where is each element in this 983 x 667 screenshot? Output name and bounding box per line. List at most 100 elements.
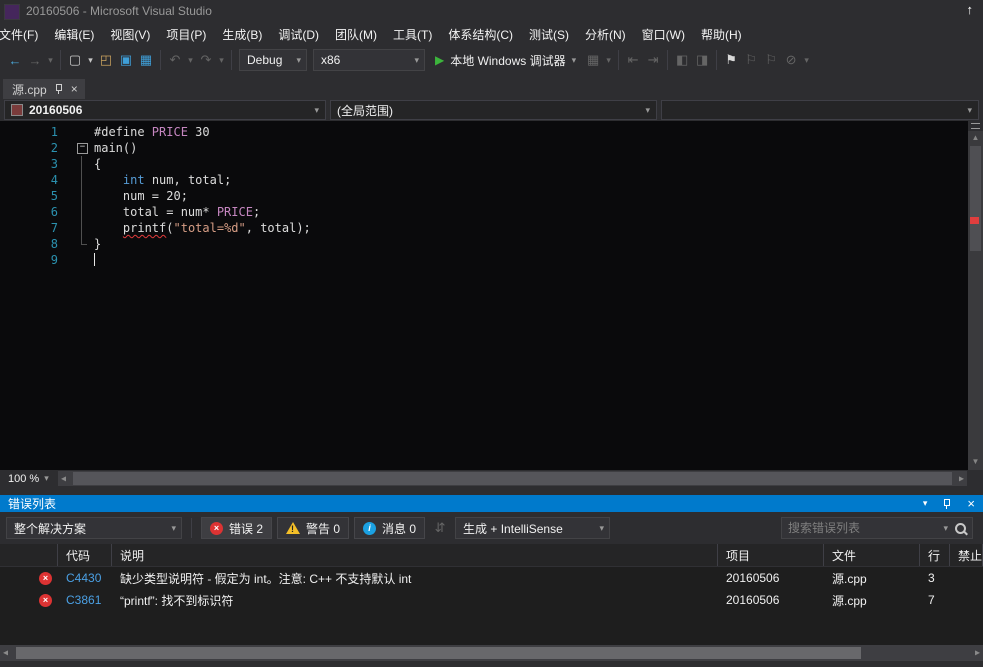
close-icon[interactable]: ×	[967, 497, 975, 510]
source-filter-combo[interactable]: 生成 + IntelliSense ▾	[455, 517, 611, 539]
navigate-forward-document-icon[interactable]: ⇥	[643, 49, 663, 71]
solution-configuration-combo[interactable]: Debug ▾	[239, 49, 307, 71]
menu-item[interactable]: 文件(F)	[0, 22, 46, 47]
code-line[interactable]: 1 #define PRICE 30	[0, 124, 968, 140]
toggle-bookmark-icon[interactable]: ⚑	[721, 49, 741, 71]
menu-item[interactable]: 工具(T)	[385, 22, 440, 47]
scrollbar-thumb[interactable]	[73, 472, 952, 485]
save-all-icon[interactable]: ▦	[136, 49, 156, 71]
sort-order-icon[interactable]: ⇵	[430, 517, 450, 539]
errors-filter-button[interactable]: × 错误 2	[201, 517, 273, 539]
close-icon[interactable]: ×	[71, 83, 78, 95]
back-icon[interactable]: ←	[5, 49, 25, 71]
redo-icon[interactable]: ↷	[196, 49, 216, 71]
search-icon[interactable]	[955, 522, 966, 534]
menu-item[interactable]: 体系结构(C)	[440, 22, 521, 47]
window-position-icon[interactable]: ▾	[923, 498, 928, 509]
code-line[interactable]: 9	[0, 252, 968, 268]
error-file: 源.cpp	[832, 593, 867, 608]
error-list-title-bar[interactable]: 错误列表 ▾ ×	[0, 495, 983, 512]
navigation-history-dropdown-icon[interactable]: ▾	[45, 49, 56, 71]
next-bookmark-icon[interactable]: ⚐	[761, 49, 781, 71]
menu-item[interactable]: 团队(M)	[327, 22, 385, 47]
error-marker[interactable]	[970, 217, 979, 224]
warnings-filter-button[interactable]: 警告 0	[277, 517, 350, 539]
new-file-icon[interactable]: ▢	[65, 49, 85, 71]
scope-combo[interactable]: (全局范围) ▾	[330, 100, 657, 120]
menu-item[interactable]: 分析(N)	[577, 22, 634, 47]
new-file-dropdown-icon[interactable]: ▾	[85, 49, 96, 71]
scroll-right-icon[interactable]: ▸	[975, 648, 980, 659]
search-options-icon[interactable]: ▾	[943, 523, 948, 534]
project-type-combo[interactable]: 20160506 ▾	[4, 100, 326, 120]
splitter-grip[interactable]	[968, 121, 983, 131]
menu-item[interactable]: 窗口(W)	[634, 22, 693, 47]
menu-item[interactable]: 项目(P)	[158, 22, 214, 47]
tab-source-cpp[interactable]: 源.cpp ×	[3, 79, 85, 99]
scrollbar-thumb[interactable]	[970, 146, 981, 251]
messages-filter-button[interactable]: i 消息 0	[354, 517, 426, 539]
error-code-link[interactable]: C4430	[58, 571, 112, 585]
code-line[interactable]: 6 total = num* PRICE;	[0, 204, 968, 220]
column-line[interactable]: 行	[920, 544, 950, 566]
pin-icon[interactable]	[942, 498, 952, 510]
scope-filter-combo[interactable]: 整个解决方案 ▾	[6, 517, 182, 539]
code-line[interactable]: 3{	[0, 156, 968, 172]
column-description[interactable]: 说明	[112, 544, 718, 566]
undo-icon[interactable]: ↶	[165, 49, 185, 71]
forward-icon[interactable]: →	[25, 49, 45, 71]
open-file-icon[interactable]: ◰	[96, 49, 116, 71]
menu-item[interactable]: 调试(D)	[270, 22, 327, 47]
panel-horizontal-scrollbar[interactable]: ◂ ▸	[0, 645, 983, 661]
column-code[interactable]: 代码	[58, 544, 112, 566]
editor-horizontal-scrollbar[interactable]: ◂ ▸	[58, 471, 967, 486]
code-line[interactable]: 5 num = 20;	[0, 188, 968, 204]
code-line[interactable]: 7 printf("total=%d", total);	[0, 220, 968, 236]
scroll-left-icon[interactable]: ◂	[3, 648, 8, 659]
code-editor[interactable]: 1 #define PRICE 30 2− main() 3{4 int num, to…	[0, 121, 968, 470]
error-code-link[interactable]: C3861	[58, 593, 112, 607]
code-line[interactable]: 4 int num, total;	[0, 172, 968, 188]
solution-platform-combo[interactable]: x86 ▾	[313, 49, 425, 71]
zoom-combo[interactable]: 100 % ▾	[0, 470, 58, 487]
code-line[interactable]: 8}	[0, 236, 968, 252]
scroll-right-icon[interactable]: ▸	[959, 473, 964, 484]
vs-logo-icon[interactable]	[4, 4, 20, 20]
clear-bookmarks-icon[interactable]: ⊘	[781, 49, 801, 71]
menu-item[interactable]: 帮助(H)	[693, 22, 750, 47]
menu-item[interactable]: 视图(V)	[102, 22, 158, 47]
scrollbar-thumb[interactable]	[16, 647, 861, 659]
column-project[interactable]: 项目	[718, 544, 824, 566]
toolbar-separator	[231, 50, 232, 70]
attach-dropdown-icon[interactable]: ▾	[603, 49, 614, 71]
indent-increase-icon[interactable]: ◨	[692, 49, 712, 71]
previous-bookmark-icon[interactable]: ⚐	[741, 49, 761, 71]
error-row[interactable]: × C4430 缺少类型说明符 - 假定为 int。注意: C++ 不支持默认 in…	[0, 567, 983, 589]
column-severity[interactable]	[0, 544, 58, 566]
scroll-up-icon[interactable]: ▲	[968, 132, 983, 144]
code-line[interactable]: 2 − main()	[0, 140, 968, 156]
scroll-left-icon[interactable]: ◂	[61, 473, 66, 484]
menu-item[interactable]: 测试(S)	[521, 22, 577, 47]
pin-icon[interactable]	[54, 83, 64, 95]
error-project: 20160506	[726, 571, 780, 585]
undo-dropdown-icon[interactable]: ▾	[185, 49, 196, 71]
save-icon[interactable]: ▣	[116, 49, 136, 71]
editor-vertical-scrollbar[interactable]: ▲ ▼	[968, 121, 983, 470]
menu-item[interactable]: 编辑(E)	[46, 22, 102, 47]
column-file[interactable]: 文件	[824, 544, 920, 566]
search-input[interactable]	[782, 521, 937, 535]
member-combo[interactable]: ▾	[661, 100, 979, 120]
scroll-down-icon[interactable]: ▼	[968, 456, 983, 468]
error-row[interactable]: × C3861 “printf”: 找不到标识符 20160506 源.cpp 7	[0, 589, 983, 611]
indent-decrease-icon[interactable]: ◧	[672, 49, 692, 71]
redo-dropdown-icon[interactable]: ▾	[216, 49, 227, 71]
column-suppression[interactable]: 禁止显示状态	[950, 544, 983, 566]
fold-collapse-icon[interactable]: −	[77, 143, 88, 154]
attach-to-process-icon[interactable]: ▦	[583, 49, 603, 71]
toolbar-options-dropdown-icon[interactable]: ▾	[801, 49, 812, 71]
feedback-arrow-icon[interactable]: ↑	[967, 2, 974, 17]
menu-item[interactable]: 生成(B)	[214, 22, 270, 47]
start-debugging-button[interactable]: ▶ 本地 Windows 调试器 ▾	[428, 48, 583, 72]
navigate-backward-document-icon[interactable]: ⇤	[623, 49, 643, 71]
